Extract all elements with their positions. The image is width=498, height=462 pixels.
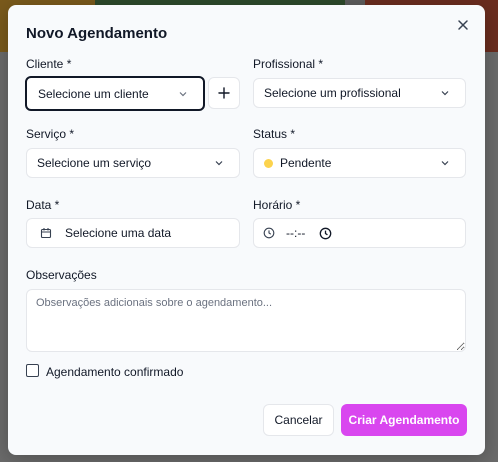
status-select[interactable]: Pendente [253,148,466,178]
time-input[interactable]: --:-- [253,218,466,248]
confirmado-label[interactable]: Agendamento confirmado [46,365,183,379]
observacoes-label: Observações [26,268,97,282]
time-picker-icon[interactable] [319,227,332,240]
cliente-select[interactable]: Selecione um cliente [25,76,205,111]
profissional-select[interactable]: Selecione um profissional [253,78,466,108]
plus-icon [218,87,230,99]
calendar-icon [40,228,52,239]
profissional-label: Profissional * [253,57,324,71]
status-label: Status * [253,127,296,141]
dialog-title: Novo Agendamento [26,25,168,42]
chevron-down-icon [441,161,449,166]
observacoes-textarea[interactable] [26,289,466,352]
clock-icon [263,227,275,239]
cancel-button[interactable]: Cancelar [263,404,334,436]
servico-select[interactable]: Selecione um serviço [26,148,240,178]
date-picker[interactable]: Selecione uma data [26,218,240,248]
add-client-button[interactable] [208,77,240,109]
data-label: Data * [26,198,60,212]
new-appointment-dialog: Novo Agendamento Cliente * Selecione um … [8,5,485,455]
chevron-down-icon [215,161,223,166]
close-icon[interactable] [455,17,471,33]
horario-label: Horário * [253,198,301,212]
chevron-down-icon [179,91,187,96]
chevron-down-icon [441,91,449,96]
servico-label: Serviço * [26,127,75,141]
status-pending-dot [264,158,273,168]
confirmado-checkbox[interactable] [26,364,39,377]
cliente-label: Cliente * [26,57,72,71]
create-appointment-button[interactable]: Criar Agendamento [341,404,467,436]
